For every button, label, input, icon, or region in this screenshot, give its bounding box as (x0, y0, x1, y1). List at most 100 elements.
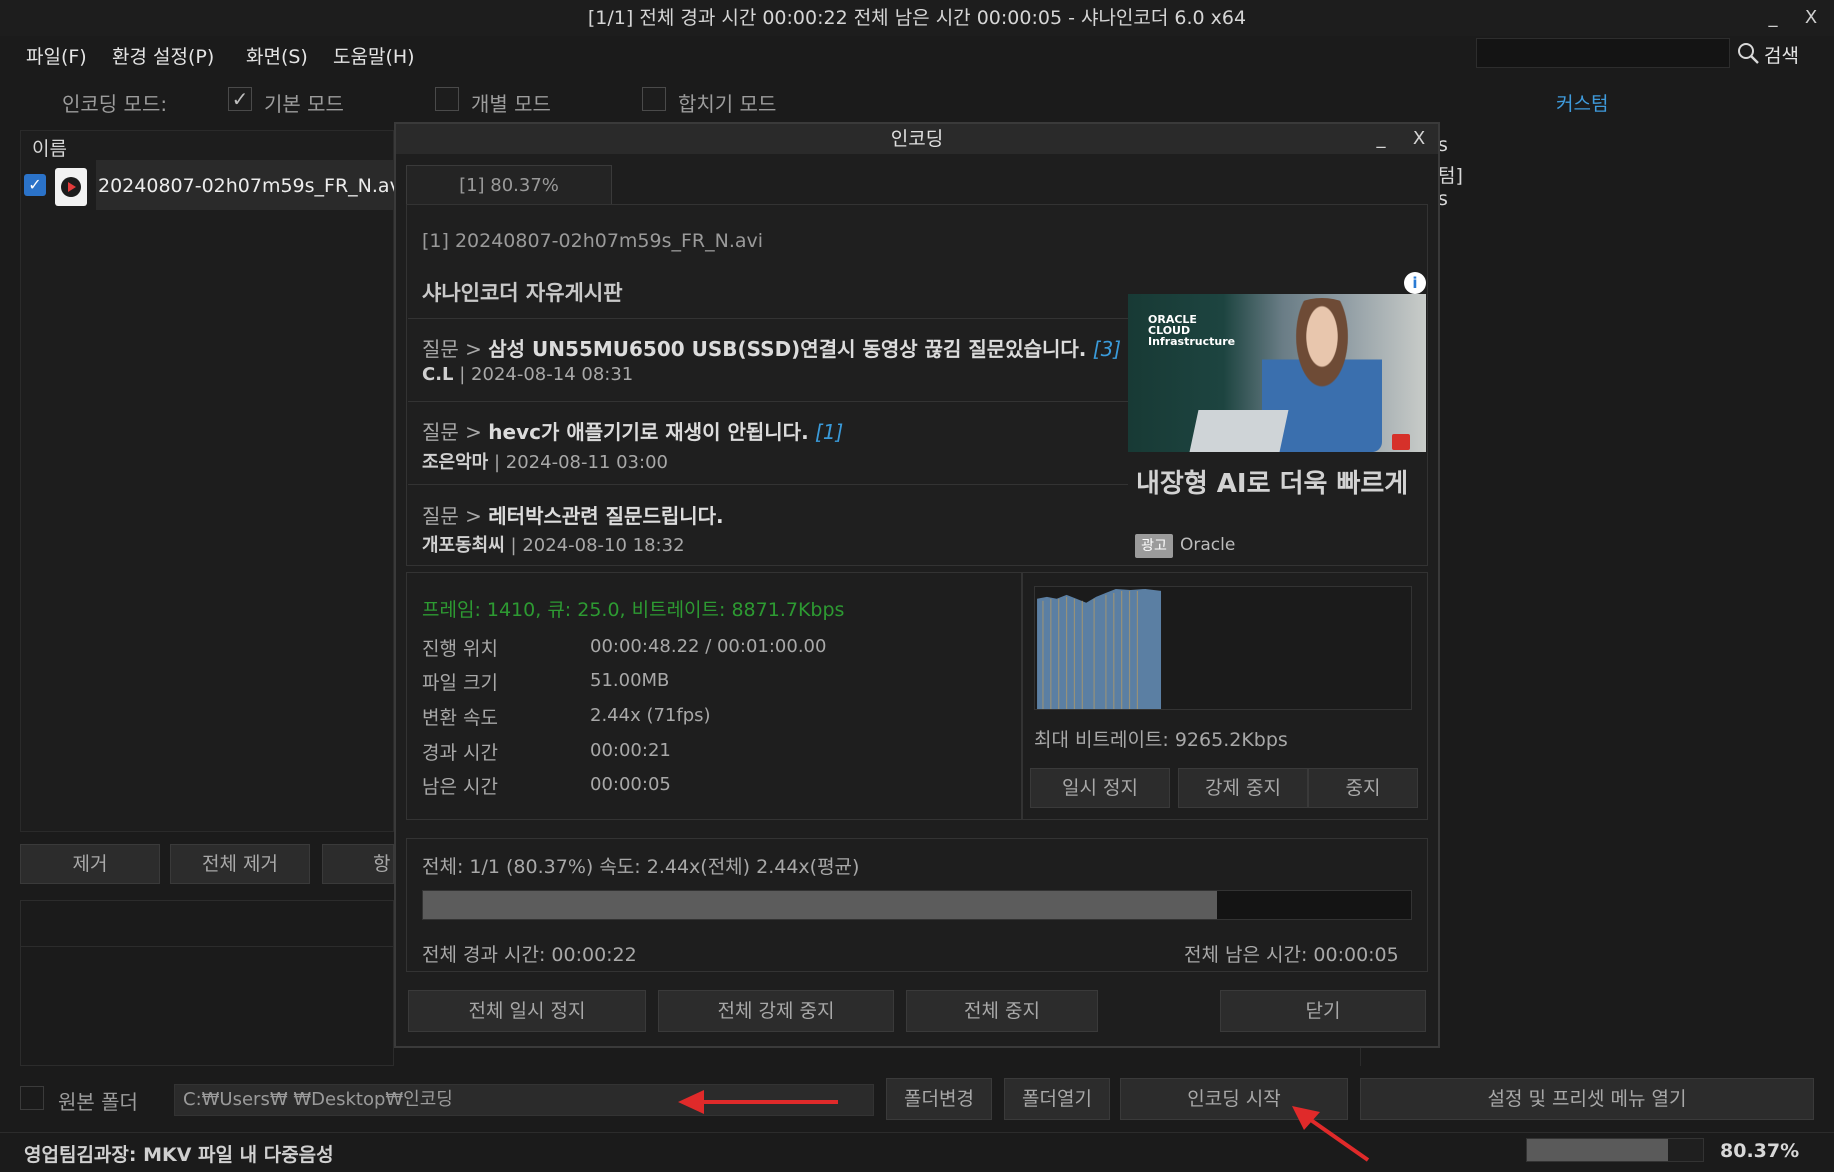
total-progress-fill (423, 891, 1218, 919)
post-date: 2024-08-14 08:31 (471, 364, 634, 385)
annotation-arrow-line (690, 1100, 838, 1104)
board-post-title[interactable]: 질문 > 레터박스관련 질문드립니다. (422, 500, 724, 529)
post-comment-count: [3] (1092, 337, 1122, 361)
stop-button[interactable]: 중지 (1308, 768, 1418, 808)
post-author: C.L (422, 364, 454, 385)
post-title-text: 삼성 UN55MU6500 USB(SSD)연결시 동영상 끊김 질문있습니다. (488, 337, 1087, 361)
annotation-arrow-icon (1292, 1106, 1370, 1162)
board-post-title[interactable]: 질문 > hevc가 애플기기로 재생이 안됩니다. [1] (422, 416, 843, 445)
post-title-text: hevc가 애플기기로 재생이 안됩니다. (488, 420, 809, 444)
post-author: 개포동최씨 (422, 535, 505, 556)
stat-value: 2.44x (71fps) (590, 705, 711, 726)
pause-button[interactable]: 일시 정지 (1030, 768, 1170, 808)
divider (408, 401, 1128, 402)
column-header-name[interactable]: 이름 (32, 134, 67, 161)
search-icon[interactable] (1735, 40, 1761, 66)
encoding-mode-label: 인코딩 모드: (62, 92, 168, 116)
remove-button[interactable]: 제거 (20, 844, 160, 884)
dialog-title: 인코딩 (396, 124, 1438, 154)
board-post-meta: 개포동최씨 | 2024-08-10 18:32 (422, 535, 685, 556)
stat-value: 00:00:21 (590, 740, 671, 761)
dialog-close-button[interactable]: X (1404, 124, 1434, 154)
menu-settings[interactable]: 환경 설정(P) (112, 42, 214, 69)
preset-item[interactable]: 텀] (1438, 161, 1463, 188)
divider (408, 484, 1128, 485)
board-post-title[interactable]: 질문 > 삼성 UN55MU6500 USB(SSD)연결시 동영상 끊김 질문… (422, 333, 1121, 362)
stat-value: 00:00:48.22 / 00:01:00.00 (590, 636, 827, 657)
stat-value: 00:00:05 (590, 774, 671, 795)
bitrate-graph (1034, 586, 1412, 710)
item-button[interactable]: 항 (322, 844, 394, 884)
divider (20, 946, 394, 947)
board-post-meta: C.L | 2024-08-14 08:31 (422, 364, 634, 385)
divider (408, 318, 1128, 319)
ad-brand[interactable]: Oracle (1180, 535, 1235, 555)
stat-label: 파일 크기 (422, 672, 498, 694)
close-button[interactable]: X (1794, 4, 1828, 32)
ad-brand-mark-icon (1392, 434, 1410, 450)
total-progress-bar (422, 890, 1412, 920)
max-bitrate: 최대 비트레이트: 9265.2Kbps (1034, 729, 1288, 751)
stat-label: 변환 속도 (422, 707, 498, 729)
window-title: [1/1] 전체 경과 시간 00:00:22 전체 남은 시간 00:00:0… (587, 7, 1247, 29)
remove-all-button[interactable]: 전체 제거 (170, 844, 310, 884)
status-message[interactable]: 영업팀김과장: MKV 파일 내 다중음성 (24, 1140, 334, 1167)
post-prefix: 질문 > (422, 337, 489, 361)
menu-file[interactable]: 파일(F) (26, 42, 87, 69)
post-comment-count: [1] (815, 420, 844, 444)
open-settings-button[interactable]: 설정 및 프리셋 메뉴 열기 (1360, 1078, 1814, 1120)
dialog-minimize-button[interactable]: _ (1366, 124, 1396, 154)
menu-view[interactable]: 화면(S) (246, 42, 308, 69)
force-stop-button[interactable]: 강제 중지 (1178, 768, 1308, 808)
post-date: 2024-08-10 18:32 (522, 535, 685, 556)
ad-headline[interactable]: 내장형 AI로 더욱 빠르게 (1136, 463, 1408, 500)
post-title-text: 레터박스관련 질문드립니다. (488, 504, 724, 528)
open-folder-button[interactable]: 폴더열기 (1004, 1078, 1110, 1120)
ad-laptop-figure (1189, 410, 1289, 452)
menu-help[interactable]: 도움말(H) (333, 42, 415, 69)
source-folder-checkbox[interactable] (20, 1086, 44, 1110)
frame-info: 프레임: 1410, 큐: 25.0, 비트레이트: 8871.7Kbps (422, 599, 845, 621)
info-icon[interactable]: i (1404, 272, 1426, 294)
status-progress-fill (1527, 1139, 1669, 1161)
encoding-file-name: [1] 20240807-02h07m59s_FR_N.avi (422, 230, 764, 252)
post-author: 조은악마 (422, 452, 489, 473)
stat-label: 남은 시간 (422, 776, 498, 798)
basic-mode-checkbox[interactable]: ✓ (228, 87, 252, 111)
pause-all-button[interactable]: 전체 일시 정지 (408, 990, 646, 1032)
basic-mode-label[interactable]: 기본 모드 (264, 88, 344, 117)
video-file-icon (55, 168, 87, 206)
search-button[interactable]: 검색 (1764, 41, 1799, 68)
change-folder-button[interactable]: 폴더변경 (886, 1078, 992, 1120)
total-remaining-time: 전체 남은 시간: 00:00:05 (1184, 944, 1399, 966)
file-checkbox[interactable]: ✓ (24, 174, 46, 196)
custom-tab[interactable]: 커스텀 (1556, 89, 1608, 116)
annotation-arrow-head-icon (678, 1090, 704, 1114)
board-post-meta: 조은악마 | 2024-08-11 03:00 (422, 452, 668, 473)
close-dialog-button[interactable]: 닫기 (1220, 990, 1426, 1032)
ad-logo: ORACLE CLOUD Infrastructure (1148, 313, 1236, 348)
status-progress-bar (1526, 1138, 1704, 1162)
tab-progress[interactable]: [1] 80.37% (406, 165, 612, 205)
total-elapsed-time: 전체 경과 시간: 00:00:22 (422, 944, 637, 966)
source-folder-label[interactable]: 원본 폴더 (58, 1086, 138, 1115)
post-date: 2024-08-11 03:00 (505, 452, 668, 473)
total-summary: 전체: 1/1 (80.37%) 속도: 2.44x(전체) 2.44x(평균) (422, 856, 860, 878)
merge-mode-checkbox[interactable] (642, 87, 666, 111)
force-stop-all-button[interactable]: 전체 강제 중지 (658, 990, 894, 1032)
stat-value: 51.00MB (590, 670, 670, 691)
stat-label: 경과 시간 (422, 742, 498, 764)
minimize-button[interactable]: _ (1756, 4, 1790, 32)
ad-badge: 광고 (1135, 534, 1173, 558)
search-input[interactable] (1476, 38, 1730, 68)
individual-mode-label[interactable]: 개별 모드 (471, 88, 551, 117)
board-title[interactable]: 샤나인코더 자유게시판 (422, 277, 623, 307)
options-panel (20, 900, 394, 1066)
stat-label: 진행 위치 (422, 638, 498, 660)
file-list (20, 130, 394, 832)
merge-mode-label[interactable]: 합치기 모드 (678, 88, 776, 117)
post-prefix: 질문 > (422, 420, 489, 444)
post-prefix: 질문 > (422, 504, 489, 528)
stop-all-button[interactable]: 전체 중지 (906, 990, 1098, 1032)
individual-mode-checkbox[interactable] (435, 87, 459, 111)
